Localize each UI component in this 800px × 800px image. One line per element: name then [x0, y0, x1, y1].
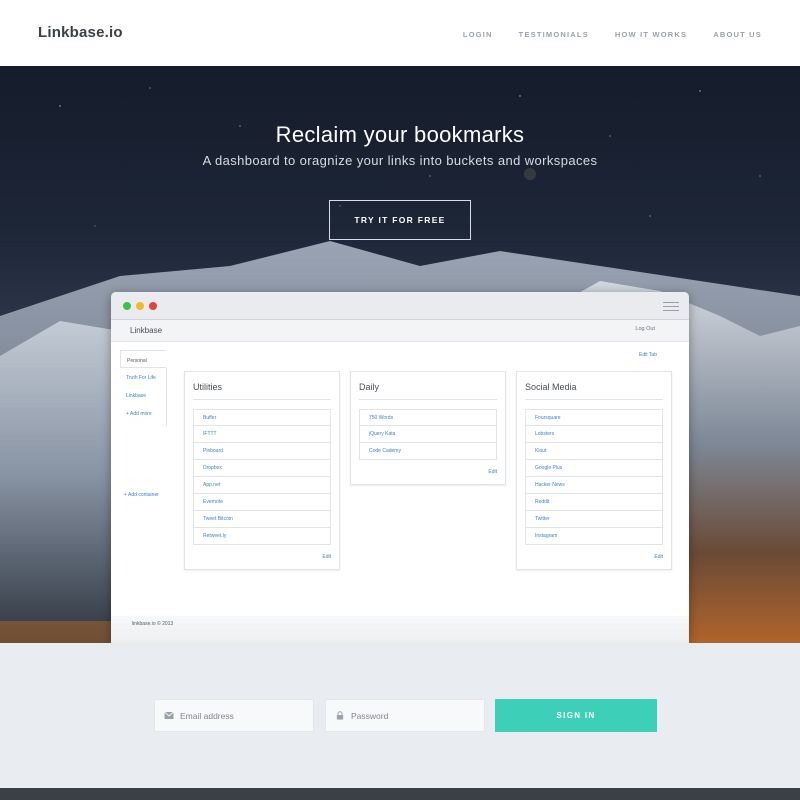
- logout-link: Log Out: [635, 326, 655, 332]
- bucket-link-list: 750 Words jQuery Kata Code Cademy: [359, 409, 497, 460]
- lock-icon: [336, 711, 344, 720]
- sidebar-divider: [166, 368, 167, 426]
- try-it-free-button[interactable]: TRY IT FOR FREE: [329, 200, 471, 240]
- bucket-link: Evernote: [193, 494, 331, 511]
- bucket-link: Foursquare: [525, 409, 663, 426]
- password-input[interactable]: [351, 708, 479, 724]
- bucket-title: Social Media: [525, 382, 577, 392]
- email-field: [154, 699, 314, 732]
- nav-testimonials-link[interactable]: TESTIMONIALS: [519, 30, 589, 39]
- app-name: Linkbase: [130, 326, 163, 335]
- edit-tab-link: Edit Tab: [639, 352, 657, 358]
- nav-links: LOGIN TESTIMONIALS HOW IT WORKS ABOUT US: [463, 30, 762, 39]
- app-preview-window: Linkbase Log Out Edit Tab Personal Truth…: [111, 292, 689, 643]
- bucket-link: App.net: [193, 477, 331, 494]
- signin-section: SIGN IN: [0, 643, 800, 788]
- app-footer: linkbase.io © 2013: [111, 616, 689, 643]
- bucket-card-utilities: Utilities Buffer IFTTT Pinboard Dropbox …: [184, 371, 340, 570]
- bucket-edit-link: Edit: [322, 554, 331, 560]
- hamburger-menu-icon: [663, 302, 679, 312]
- add-more-link: + Add more: [126, 411, 152, 417]
- bucket-link: Google Plus: [525, 460, 663, 477]
- logo[interactable]: Linkbase.io: [38, 24, 123, 41]
- nav-about-us-link[interactable]: ABOUT US: [713, 30, 762, 39]
- bucket-link: Tweet Bitcoin: [193, 511, 331, 528]
- nav-login-link[interactable]: LOGIN: [463, 30, 493, 39]
- add-container-link: + Add container: [124, 492, 159, 498]
- window-yellow-dot-icon: [136, 302, 144, 310]
- bucket-link: Retweet.ly: [193, 528, 331, 545]
- bucket-link-list: Buffer IFTTT Pinboard Dropbox App.net Ev…: [193, 409, 331, 545]
- email-input[interactable]: [180, 708, 308, 724]
- bucket-link-list: Foursquare Lobsters Klout Google Plus Ha…: [525, 409, 663, 545]
- bucket-card-social-media: Social Media Foursquare Lobsters Klout G…: [516, 371, 672, 570]
- bucket-link: Lobsters: [525, 426, 663, 443]
- footer-bar: [0, 788, 800, 800]
- bucket-link: Buffer: [193, 409, 331, 426]
- bucket-edit-link: Edit: [488, 469, 497, 475]
- bucket-link: jQuery Kata: [359, 426, 497, 443]
- bucket-link: Dropbox: [193, 460, 331, 477]
- hero-subtitle: A dashboard to oragnize your links into …: [202, 153, 598, 168]
- bucket-link: Code Cademy: [359, 443, 497, 460]
- password-field: [325, 699, 485, 732]
- envelope-icon: [164, 711, 174, 719]
- bucket-card-daily: Daily 750 Words jQuery Kata Code Cademy …: [350, 371, 506, 485]
- divider: [525, 399, 663, 400]
- bucket-title: Daily: [359, 382, 380, 392]
- app-copyright: linkbase.io © 2013: [132, 621, 174, 627]
- divider: [359, 399, 497, 400]
- window-red-dot-icon: [149, 302, 157, 310]
- bucket-edit-link: Edit: [654, 554, 663, 560]
- app-header: Linkbase Log Out: [111, 320, 689, 342]
- top-nav: Linkbase.io LOGIN TESTIMONIALS HOW IT WO…: [0, 0, 800, 66]
- bucket-link: IFTTT: [193, 426, 331, 443]
- sign-in-button[interactable]: SIGN IN: [495, 699, 657, 732]
- bucket-link: Instagram: [525, 528, 663, 545]
- window-title-bar: [111, 292, 689, 320]
- workspace-tab-truth-for-life: Truth For Life: [126, 375, 156, 381]
- bucket-link: Hacker News: [525, 477, 663, 494]
- hero-title: Reclaim your bookmarks: [275, 122, 525, 147]
- window-green-dot-icon: [123, 302, 131, 310]
- bucket-link: Pinboard: [193, 443, 331, 460]
- workspace-tabs: Personal Truth For Life Linkbase + Add m…: [120, 350, 166, 422]
- nav-how-it-works-link[interactable]: HOW IT WORKS: [615, 30, 687, 39]
- divider: [193, 399, 331, 400]
- workspace-tab-linkbase: Linkbase: [126, 393, 147, 399]
- hero-section: Reclaim your bookmarks A dashboard to or…: [0, 66, 800, 643]
- bucket-link: Klout: [525, 443, 663, 460]
- bucket-link: Twitter: [525, 511, 663, 528]
- bucket-title: Utilities: [193, 382, 223, 392]
- workspace-tab-personal: Personal: [120, 350, 166, 368]
- bucket-link: 750 Words: [359, 409, 497, 426]
- bucket-link: Reddit: [525, 494, 663, 511]
